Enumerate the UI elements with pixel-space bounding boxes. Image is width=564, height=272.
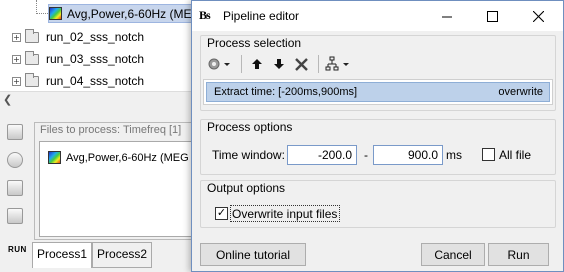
process-list[interactable]: Extract time: [-200ms,900ms] overwrite xyxy=(203,79,553,105)
time-separator: - xyxy=(364,148,368,162)
process-tool-button[interactable] xyxy=(7,180,23,196)
tree-item-run-02[interactable]: + run_02_sss_notch xyxy=(12,27,144,47)
minimize-icon xyxy=(442,16,452,17)
toolbar-separator xyxy=(241,55,242,73)
files-to-process-panel: Files to process: Timefreq [1] Avg,Power… xyxy=(34,122,209,240)
all-file-label[interactable]: All file xyxy=(499,148,531,162)
pipeline-tree-dropdown-icon xyxy=(325,56,349,71)
tree-connector xyxy=(36,0,48,14)
expand-icon[interactable]: + xyxy=(12,32,21,42)
scroll-left-icon[interactable]: ❮ xyxy=(3,93,12,106)
process-tabs: Process1 Process2 xyxy=(32,242,153,268)
all-file-checkbox[interactable] xyxy=(482,148,495,161)
tab-process2[interactable]: Process2 xyxy=(92,242,153,268)
time-window-label: Time window: xyxy=(212,148,285,162)
overwrite-label[interactable]: Overwrite input files xyxy=(232,207,337,221)
tree-item-run-04[interactable]: + run_04_sss_notch xyxy=(12,71,144,91)
process-name: Extract time: [-200ms,900ms] xyxy=(214,86,358,98)
brainstorm-logo-icon: Bs xyxy=(199,8,211,22)
files-item-label: Avg,Power,6-60Hz (MEG xyxy=(66,151,189,164)
add-process-button[interactable] xyxy=(207,54,233,74)
files-list-item[interactable]: Avg,Power,6-60Hz (MEG xyxy=(48,151,189,164)
folder-icon xyxy=(25,50,39,65)
move-up-button[interactable] xyxy=(248,54,266,74)
toolbar-separator xyxy=(318,55,319,73)
tree-item-label: run_02_sss_notch xyxy=(46,30,145,44)
minimize-button[interactable] xyxy=(425,1,470,31)
database-tree: Avg,Power,6-60Hz (MEG + run_02_sss_notch… xyxy=(0,0,206,109)
files-list[interactable]: Avg,Power,6-60Hz (MEG xyxy=(39,141,209,237)
tree-item-run-03[interactable]: + run_03_sss_notch xyxy=(12,49,144,69)
run-button[interactable]: RUN xyxy=(8,245,27,254)
gear-dropdown-icon xyxy=(208,58,230,70)
pipeline-menu-button[interactable] xyxy=(325,54,351,74)
close-button[interactable] xyxy=(516,1,561,31)
delete-process-button[interactable] xyxy=(292,54,310,74)
dialog-title: Pipeline editor xyxy=(223,9,300,23)
run-pipeline-button[interactable]: Run xyxy=(488,243,549,266)
tree-item-timefreq[interactable]: Avg,Power,6-60Hz (MEG xyxy=(48,4,206,23)
process-tool-button[interactable] xyxy=(7,208,23,224)
cancel-button[interactable]: Cancel xyxy=(421,243,485,266)
timefreq-icon xyxy=(49,7,62,20)
arrow-down-icon xyxy=(274,59,284,69)
process-toolbar xyxy=(207,53,355,75)
expand-icon[interactable]: + xyxy=(12,76,21,86)
timefreq-icon xyxy=(48,151,61,164)
move-down-button[interactable] xyxy=(270,54,288,74)
time-unit-label: ms xyxy=(446,148,462,162)
folder-icon xyxy=(25,28,39,43)
tree-item-label: Avg,Power,6-60Hz (MEG xyxy=(67,6,201,21)
time-end-input[interactable]: 900.0 xyxy=(373,145,443,165)
tree-item-label: run_03_sss_notch xyxy=(46,52,145,66)
process-tool-button[interactable] xyxy=(7,152,23,168)
maximize-button[interactable] xyxy=(470,1,515,31)
horizontal-scrollbar[interactable]: ❮ xyxy=(0,91,200,109)
output-options-label: Output options xyxy=(207,181,286,195)
pipeline-editor-dialog: Bs Pipeline editor Process selection Ext… xyxy=(191,0,564,272)
time-start-input[interactable]: -200.0 xyxy=(287,145,357,165)
process-selection-group: Process selection Extract time: [-200ms,… xyxy=(200,35,556,111)
online-tutorial-button[interactable]: Online tutorial xyxy=(200,243,306,266)
overwrite-checkbox[interactable]: ✓ xyxy=(215,207,228,220)
tree-item-label: run_04_sss_notch xyxy=(46,74,145,88)
process-tag: overwrite xyxy=(498,86,543,98)
process-list-item[interactable]: Extract time: [-200ms,900ms] overwrite xyxy=(206,82,550,102)
delete-x-icon xyxy=(294,57,308,71)
close-icon xyxy=(533,10,544,22)
process-selection-label: Process selection xyxy=(207,36,302,50)
dialog-titlebar[interactable]: Bs Pipeline editor xyxy=(192,1,563,31)
files-panel-title: Files to process: Timefreq [1] xyxy=(40,124,182,136)
arrow-up-icon xyxy=(252,59,262,69)
maximize-icon xyxy=(487,10,498,22)
folder-icon xyxy=(25,72,39,87)
tab-process1[interactable]: Process1 xyxy=(32,242,93,268)
process-options-label: Process options xyxy=(207,120,293,134)
expand-icon[interactable]: + xyxy=(12,54,21,64)
process-tool-button[interactable] xyxy=(7,124,23,140)
